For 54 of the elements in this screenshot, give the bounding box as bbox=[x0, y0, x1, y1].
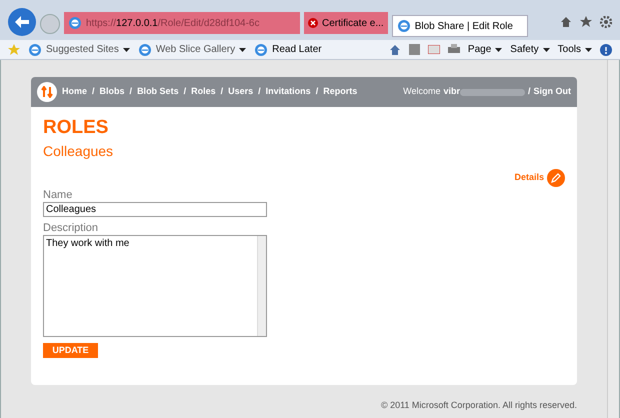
nav-separator: / bbox=[528, 85, 530, 98]
certificate-error[interactable]: Certificate e... bbox=[304, 12, 388, 34]
name-label: Name bbox=[43, 189, 74, 202]
blurred-email bbox=[460, 88, 525, 96]
caret-icon bbox=[239, 48, 246, 52]
nav-separator: / bbox=[184, 85, 186, 98]
browser-tab[interactable]: Blob Share | Edit Role bbox=[392, 15, 528, 37]
role-name: Colleagues bbox=[43, 142, 114, 160]
print-icon[interactable] bbox=[448, 44, 460, 55]
user-name: vibr bbox=[443, 85, 460, 98]
favorites-star-icon[interactable] bbox=[8, 44, 20, 56]
back-arrow-icon bbox=[15, 16, 29, 28]
welcome-text: Welcome bbox=[403, 85, 440, 98]
favorites-item[interactable]: Suggested Sites bbox=[28, 42, 130, 57]
description-label: Description bbox=[43, 222, 100, 235]
nav-link[interactable]: Invitations bbox=[266, 85, 311, 99]
nav-separator: / bbox=[258, 85, 261, 98]
star-icon[interactable] bbox=[580, 16, 592, 28]
copyright-text: © 2011 Microsoft Corporation. All rights reserved. bbox=[380, 399, 577, 412]
nav-link[interactable]: Roles bbox=[191, 85, 216, 99]
caret-icon bbox=[122, 48, 130, 52]
name-field[interactable]: Colleagues bbox=[43, 202, 267, 217]
description-field[interactable]: They work with me bbox=[43, 235, 267, 337]
command-menu[interactable]: Safety bbox=[510, 42, 550, 57]
nav-link[interactable]: Users bbox=[228, 85, 254, 99]
address-bar[interactable]: https://127.0.0.1/Role/Edit/d28df104-6c bbox=[64, 12, 300, 34]
settings-icon[interactable] bbox=[600, 16, 612, 28]
command-menu[interactable]: Tools bbox=[558, 42, 592, 57]
caret-icon bbox=[542, 48, 550, 52]
nav-link[interactable]: Home bbox=[62, 85, 88, 99]
pencil-icon[interactable] bbox=[547, 169, 565, 187]
nav-separator: / bbox=[220, 85, 224, 98]
caret-icon bbox=[495, 48, 502, 52]
url-text: https://127.0.0.1/Role/Edit/d28df104-6c bbox=[86, 16, 260, 30]
nav-link[interactable]: Reports bbox=[323, 85, 358, 99]
sign-out-link[interactable]: Sign Out bbox=[534, 85, 571, 99]
scrollbar[interactable] bbox=[257, 236, 266, 336]
home-icon[interactable] bbox=[560, 16, 572, 28]
logo-icon[interactable] bbox=[37, 82, 57, 102]
nav-separator: / bbox=[92, 85, 95, 98]
nav-link[interactable]: Blobs bbox=[100, 85, 125, 99]
page-heading: ROLES bbox=[43, 117, 110, 139]
nav-link[interactable]: Blob Sets bbox=[137, 85, 179, 99]
page-scrollbar[interactable] bbox=[607, 60, 619, 418]
caret-icon bbox=[585, 48, 592, 52]
back-button[interactable] bbox=[8, 8, 36, 36]
help-icon[interactable] bbox=[600, 44, 612, 56]
command-menu[interactable]: Page bbox=[468, 42, 502, 57]
favorites-item[interactable]: Web Slice Gallery bbox=[138, 42, 246, 57]
nav-separator: / bbox=[316, 85, 318, 98]
error-icon bbox=[308, 18, 318, 28]
nav-separator: / bbox=[130, 85, 132, 98]
home-icon[interactable] bbox=[388, 44, 401, 56]
favorites-item[interactable]: Read Later bbox=[254, 42, 322, 57]
